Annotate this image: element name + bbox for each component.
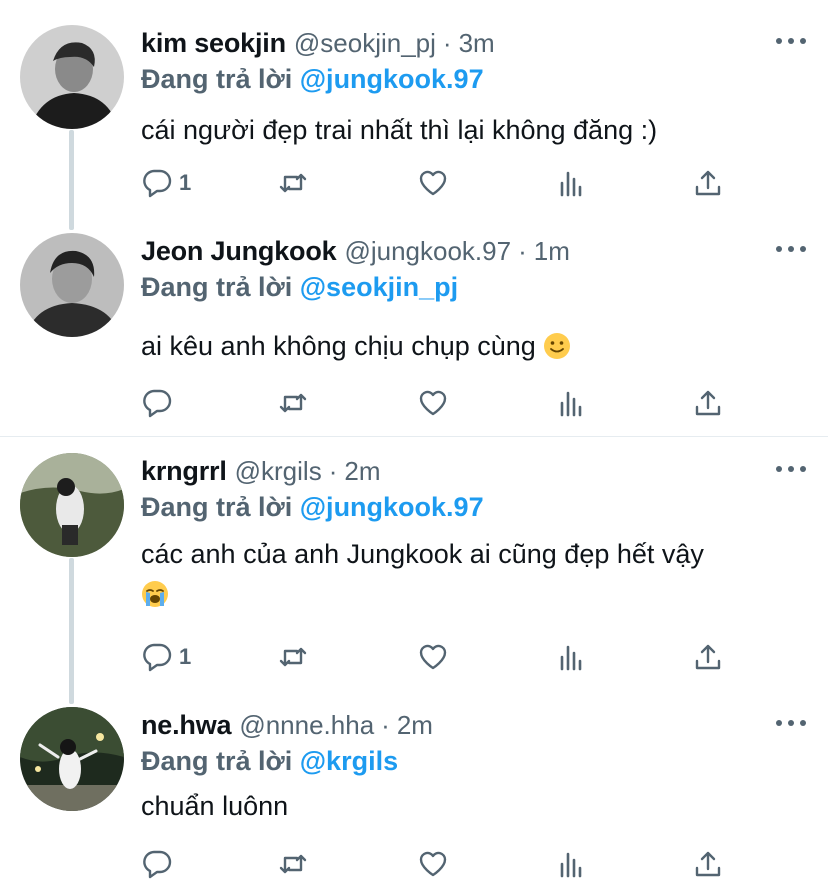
reply-count: 1 [179,170,192,195]
more-icon[interactable] [776,716,806,730]
replying-to: Đang trả lời @seokjin_pj [141,272,808,308]
analytics-button[interactable] [555,163,587,203]
separator: · [381,710,390,740]
share-icon [692,387,724,419]
replying-to-label: Đang trả lời [141,746,293,776]
tweet-text-content: chuẩn luônn [141,791,289,821]
timestamp[interactable]: 3m [459,28,495,59]
more-icon[interactable] [776,34,806,48]
separator: · [518,236,527,266]
analytics-button[interactable] [555,844,587,884]
avatar[interactable] [20,233,124,337]
timestamp[interactable]: 2m [397,710,433,741]
like-button[interactable] [417,844,449,884]
analytics-button[interactable] [555,637,587,677]
username[interactable]: @krgils [235,456,322,487]
mention-link[interactable]: @krgils [300,746,398,776]
slightly-smiling-face-icon [543,331,571,371]
replying-to: Đang trả lời @jungkook.97 [141,64,808,100]
tweet-actions: 1 [141,163,741,203]
replying-to: Đang trả lời @krgils [141,746,808,782]
display-name[interactable]: Jeon Jungkook [141,236,337,267]
tweet-actions: 1 [141,637,741,677]
separator: · [328,456,338,486]
retweet-button[interactable] [277,383,309,423]
mention-link[interactable]: @jungkook.97 [300,64,484,94]
avatar[interactable] [20,25,124,129]
more-icon[interactable] [776,242,806,256]
retweet-button[interactable] [277,163,309,203]
like-button[interactable] [417,637,449,677]
loudly-crying-face-icon [141,579,169,619]
thread-line [69,130,74,230]
reply-icon [141,387,173,419]
like-button[interactable] [417,383,449,423]
tweet-actions [141,383,741,423]
reply-button[interactable]: 1 [141,163,191,203]
analytics-icon [555,641,587,673]
timestamp[interactable]: 1m [534,236,570,267]
analytics-icon [555,848,587,880]
tweet-text-content: cái người đẹp trai nhất thì lại không đă… [141,115,658,145]
like-icon [417,387,449,419]
analytics-icon [555,387,587,419]
like-icon [417,848,449,880]
more-icon[interactable] [776,462,806,476]
tweet-text: ai kêu anh không chịu chụp cùng [141,326,808,371]
reply-icon [141,848,173,880]
tweet-text-content: ai kêu anh không chịu chụp cùng [141,331,536,361]
avatar[interactable] [20,453,124,557]
reply-button[interactable] [141,383,179,423]
retweet-button[interactable] [277,637,309,677]
reply-icon [141,641,173,673]
retweet-icon [277,387,309,419]
share-icon [692,641,724,673]
username[interactable]: @nnne.hha [239,710,374,741]
tweet-text-content: các anh của anh Jungkook ai cũng đẹp hết… [141,539,704,569]
separator: · [442,28,452,58]
replying-to-label: Đang trả lời [141,272,293,302]
like-button[interactable] [417,163,449,203]
mention-link[interactable]: @jungkook.97 [300,492,484,522]
display-name[interactable]: krngrrl [141,456,227,487]
share-icon [692,848,724,880]
replying-to-label: Đang trả lời [141,64,293,94]
analytics-icon [555,167,587,199]
retweet-button[interactable] [277,844,309,884]
reply-icon [141,167,173,199]
username[interactable]: @jungkook.97 [344,236,511,267]
reply-button[interactable] [141,844,179,884]
reply-button[interactable]: 1 [141,637,191,677]
mention-link[interactable]: @seokjin_pj [300,272,458,302]
analytics-button[interactable] [555,383,587,423]
reply-count: 1 [179,644,192,669]
replying-to-label: Đang trả lời [141,492,293,522]
like-icon [417,167,449,199]
divider [0,436,828,437]
share-button[interactable] [692,383,724,423]
tweet-text: các anh của anh Jungkook ai cũng đẹp hết… [141,534,808,619]
tweet-text: chuẩn luônn [141,786,808,826]
display-name[interactable]: ne.hwa [141,710,232,741]
username[interactable]: @seokjin_pj [294,28,436,59]
retweet-icon [277,167,309,199]
share-button[interactable] [692,844,724,884]
replying-to: Đang trả lời @jungkook.97 [141,492,808,528]
avatar[interactable] [20,707,124,811]
tweet-text: cái người đẹp trai nhất thì lại không đă… [141,110,808,150]
like-icon [417,641,449,673]
display-name[interactable]: kim seokjin [141,28,286,59]
thread-line [69,558,74,704]
tweet-actions [141,844,741,884]
share-button[interactable] [692,637,724,677]
timestamp[interactable]: 2m [344,456,380,487]
retweet-icon [277,641,309,673]
share-icon [692,167,724,199]
retweet-icon [277,848,309,880]
share-button[interactable] [692,163,724,203]
